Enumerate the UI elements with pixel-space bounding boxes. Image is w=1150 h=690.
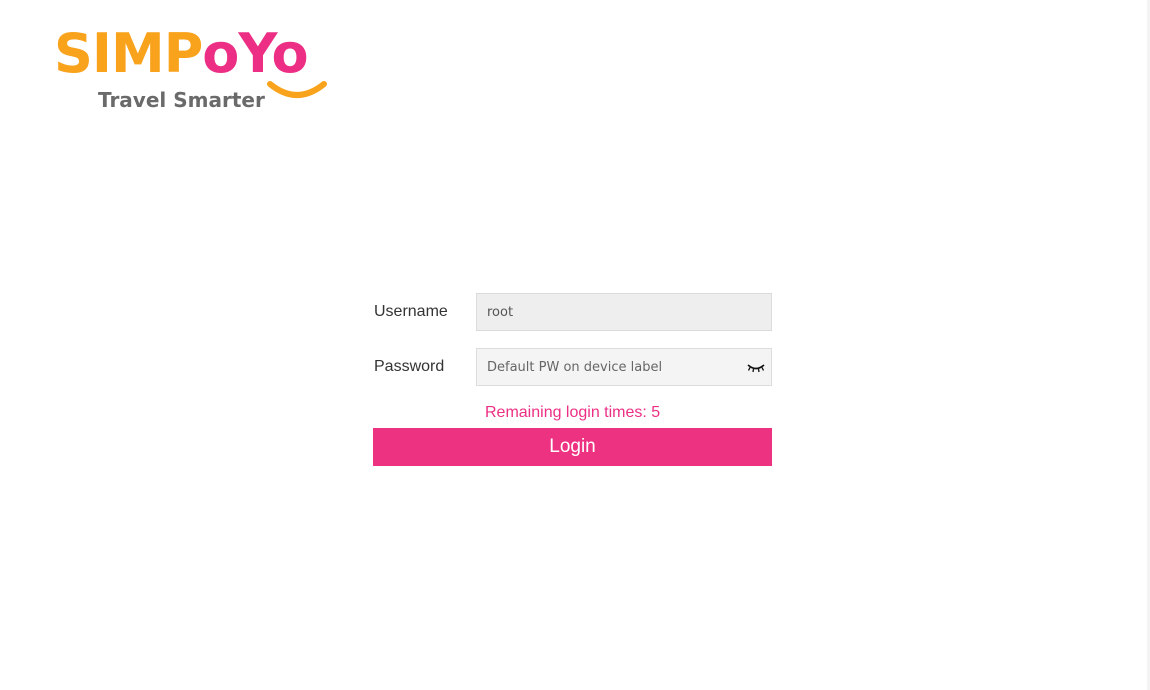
login-button[interactable]: Login: [373, 428, 772, 466]
smile-icon: [267, 81, 327, 98]
login-form: Username Password Remaining login times:…: [373, 293, 772, 466]
logo-wordmark-orange: SIMP: [54, 22, 203, 85]
remaining-login-times: Remaining login times: 5: [485, 404, 661, 421]
logo-tagline: Travel Smarter: [98, 88, 265, 112]
logo-wordmark-pink: oYo: [202, 22, 308, 85]
eye-closed-icon[interactable]: [746, 360, 766, 374]
username-input[interactable]: [476, 293, 772, 331]
login-page: SIMPoYo Travel Smarter Username Password…: [0, 0, 1150, 690]
password-label: Password: [374, 358, 445, 375]
username-label: Username: [374, 303, 448, 320]
logo-wordmark: SIMPoYo: [54, 22, 309, 86]
brand-logo: SIMPoYo Travel Smarter: [54, 22, 364, 122]
password-input[interactable]: [476, 348, 772, 386]
password-row: Password: [373, 348, 772, 386]
username-row: Username: [373, 293, 772, 331]
